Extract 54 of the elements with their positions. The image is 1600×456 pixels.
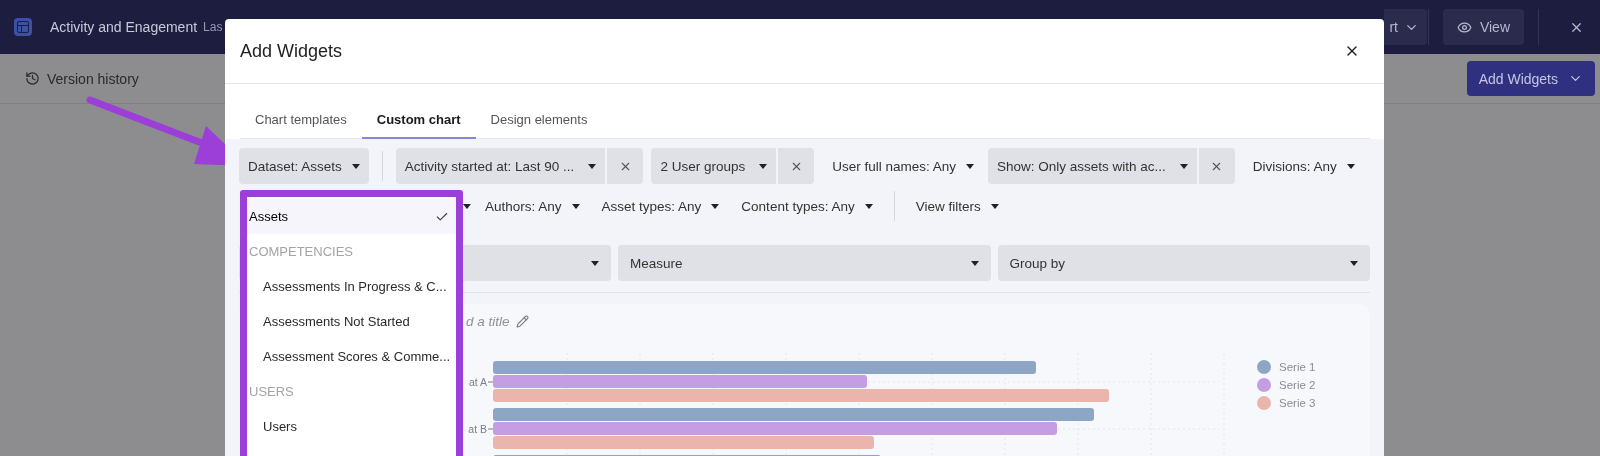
- caret-icon: [990, 203, 999, 209]
- filter-chip[interactable]: Activity started at: Last 90 ...: [395, 148, 606, 184]
- caret-icon: [1350, 260, 1358, 266]
- menu-item[interactable]: Users: [247, 409, 456, 444]
- legend-label: Serie 2: [1279, 379, 1316, 391]
- filter-dropdown[interactable]: User full names: Any: [822, 148, 984, 184]
- caret-icon: [966, 163, 974, 169]
- filter-dropdown[interactable]: Authors: Any: [475, 188, 590, 224]
- filter-chip[interactable]: 2 User groups: [651, 148, 777, 184]
- tab[interactable]: Chart templates: [240, 101, 362, 139]
- caret-icon: [711, 203, 720, 209]
- version-history-button[interactable]: Version history: [25, 70, 139, 87]
- menu-item[interactable]: Assessments Not Started: [247, 304, 456, 339]
- caret-icon: [970, 260, 979, 266]
- select-field[interactable]: Measure: [618, 245, 991, 281]
- select-field[interactable]: Group by: [997, 245, 1370, 281]
- history-icon: [25, 71, 40, 86]
- filter-chip[interactable]: Show: Only assets with ac...: [988, 148, 1197, 184]
- menu-item[interactable]: Assessment Scores & Comme...: [247, 339, 456, 374]
- tab[interactable]: Design elements: [475, 101, 603, 139]
- category-label: at B: [468, 423, 487, 435]
- filter-dropdown[interactable]: Content types: Any: [731, 188, 883, 224]
- caret-icon: [759, 163, 768, 169]
- app-logo-icon: [14, 18, 32, 36]
- legend-label: Serie 3: [1279, 397, 1316, 409]
- remove-filter-button[interactable]: [1198, 148, 1235, 184]
- caret-icon: [571, 203, 580, 209]
- modal-title: Add Widgets: [240, 40, 343, 62]
- menu-item[interactable]: Assessments In Progress & C...: [247, 269, 456, 304]
- view-button[interactable]: View: [1442, 9, 1524, 45]
- pencil-icon[interactable]: [515, 314, 529, 328]
- filter-dropdown[interactable]: Divisions: Any: [1242, 148, 1365, 184]
- caret-icon: [1346, 163, 1355, 169]
- dashboard-title: Activity and Enagement: [50, 19, 198, 35]
- remove-filter-button[interactable]: [607, 148, 644, 184]
- dataset-dropdown[interactable]: Dataset: Assets: [239, 148, 369, 184]
- filter-dropdown[interactable]: Asset types: Any: [591, 188, 730, 224]
- caret-icon: [463, 203, 471, 209]
- caret-icon: [351, 163, 360, 169]
- eye-icon: [1456, 19, 1472, 35]
- caret-icon: [1179, 163, 1188, 169]
- view-filters-button[interactable]: View filters: [905, 188, 1009, 224]
- category-label: at A: [468, 376, 487, 388]
- last-edited-text: Las: [203, 20, 223, 34]
- export-button[interactable]: rt: [1384, 9, 1427, 45]
- menu-item[interactable]: Assets: [247, 199, 456, 234]
- remove-filter-button[interactable]: [778, 148, 815, 184]
- caret-icon: [588, 163, 597, 169]
- add-widgets-button[interactable]: Add Widgets: [1466, 61, 1595, 96]
- caret-icon: [591, 260, 599, 266]
- caret-icon: [864, 203, 873, 209]
- legend-label: Serie 1: [1279, 361, 1316, 373]
- menu-section-header: COMPETENCIES: [248, 243, 354, 261]
- menu-section-header: USERS: [248, 383, 295, 401]
